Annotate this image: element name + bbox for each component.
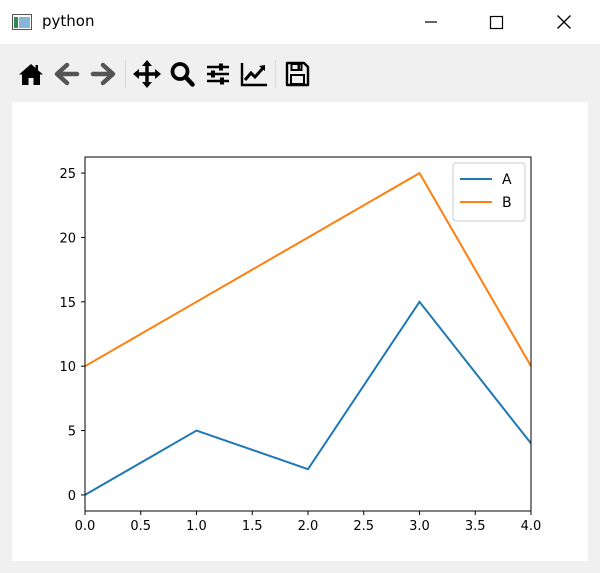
x-tick-label: 2.0 (298, 519, 319, 534)
title-bar: python (0, 0, 600, 44)
floppy-disk-icon (285, 61, 310, 87)
x-tick-label: 4.0 (521, 519, 542, 534)
x-tick-label: 1.5 (242, 519, 263, 534)
minimize-button[interactable] (408, 0, 454, 44)
python-window-icon (12, 14, 32, 30)
close-icon (557, 15, 571, 29)
pan-button[interactable] (132, 59, 162, 89)
navigation-toolbar (0, 44, 600, 102)
x-tick-label: 3.0 (409, 519, 430, 534)
y-tick-label: 20 (59, 231, 76, 246)
window-title: python (42, 12, 95, 30)
arrow-left-icon (54, 62, 80, 86)
forward-button[interactable] (88, 59, 118, 89)
maximize-button[interactable] (473, 0, 519, 44)
home-button[interactable] (16, 59, 46, 89)
toolbar-separator (275, 60, 276, 88)
close-button[interactable] (541, 0, 587, 44)
maximize-icon (489, 15, 504, 30)
y-tick-label: 0 (68, 489, 76, 504)
line-chart-icon (240, 63, 267, 87)
figure-canvas[interactable]: 0.0 0.5 1.0 1.5 2.0 2.5 3.0 3.5 4.0 0 5 10 15 20 25 A… (12, 102, 588, 561)
y-tick-label: 25 (59, 167, 76, 182)
y-tick-label: 10 (59, 360, 76, 375)
back-button[interactable] (52, 59, 82, 89)
x-tick-label: 0.5 (130, 519, 151, 534)
y-tick-label: 5 (68, 425, 76, 440)
x-tick-label: 0.0 (75, 519, 96, 534)
save-button[interactable] (282, 59, 312, 89)
x-tick-label: 1.0 (186, 519, 207, 534)
minimize-icon (425, 21, 437, 23)
arrow-right-icon (90, 62, 116, 86)
magnifier-icon (170, 62, 195, 87)
legend-label: B (502, 195, 512, 211)
x-tick-label: 2.5 (353, 519, 374, 534)
toolbar-separator (125, 60, 126, 88)
legend-box (452, 162, 526, 222)
legend-label: A (502, 172, 512, 188)
series-line-a (84, 300, 532, 496)
zoom-button[interactable] (167, 59, 197, 89)
x-tick-label: 3.5 (465, 519, 486, 534)
y-tick-label: 15 (59, 296, 76, 311)
home-icon (19, 64, 43, 85)
axes-edit-button[interactable] (239, 59, 269, 89)
move-arrows-icon (133, 60, 161, 88)
sliders-icon (207, 63, 229, 85)
line-chart[interactable]: 0.0 0.5 1.0 1.5 2.0 2.5 3.0 3.5 4.0 0 5 10 15 20 25 A… (12, 102, 588, 561)
subplots-button[interactable] (203, 59, 233, 89)
